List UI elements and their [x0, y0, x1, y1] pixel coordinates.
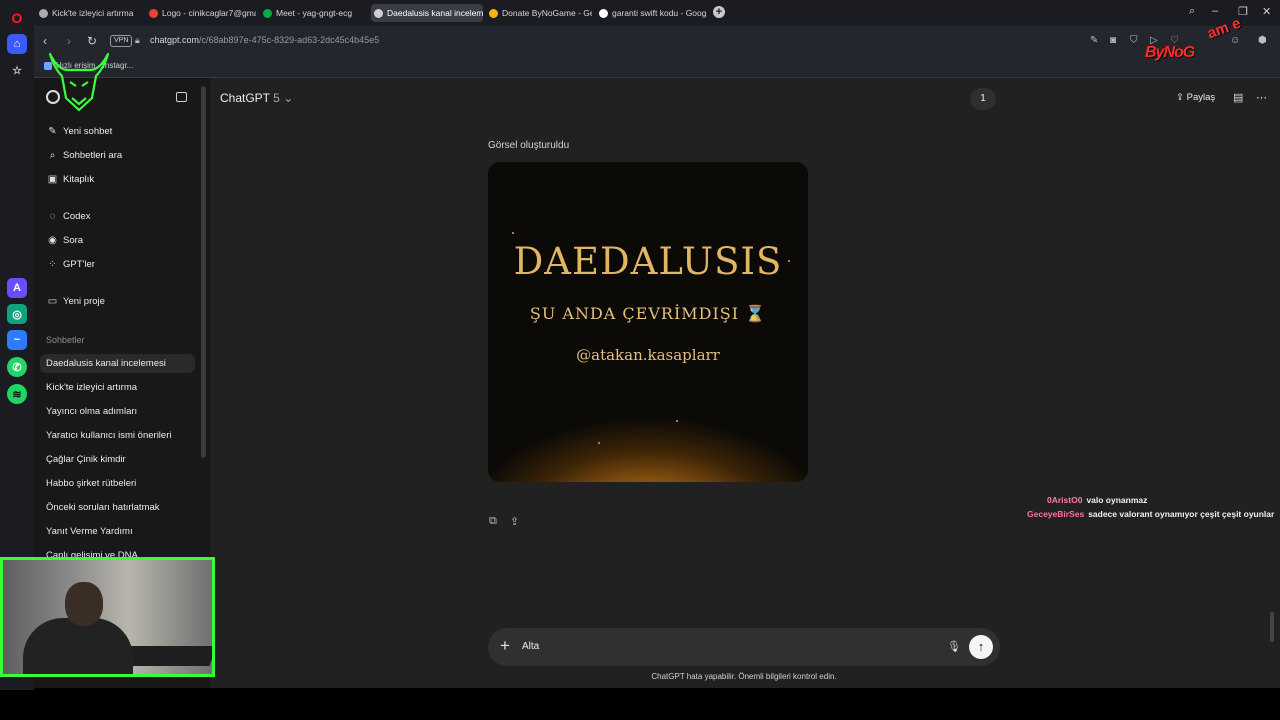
chatgpt-favicon-icon: [374, 8, 383, 18]
image-subtitle: ŞU ANDA ÇEVRİMDIŞI ⌛: [529, 304, 767, 323]
send-button[interactable]: ↑: [969, 635, 993, 659]
messenger-icon[interactable]: ~: [7, 330, 27, 350]
image-handle: @atakan.kasaplarr: [576, 346, 720, 364]
composer-input[interactable]: Alta: [522, 641, 539, 652]
tab-kick[interactable]: Kick'te izleyici artırma: [36, 4, 140, 22]
chat-main: ChatGPT 5 ⌄ 1 ⇪ Paylaş ▤ ⋯ Görsel oluştu…: [210, 78, 1280, 688]
tab-meet[interactable]: Meet - yag-gngt-ecg: [260, 4, 368, 22]
share-icon: ⇪: [1176, 92, 1184, 103]
model-selector[interactable]: ChatGPT 5 ⌄: [220, 91, 293, 105]
chat-item[interactable]: Çağlar Çinik kimdir: [46, 454, 126, 465]
meet-icon: [263, 8, 272, 18]
chevron-down-icon: ⌄: [283, 91, 294, 105]
chat-item-active[interactable]: Daedalusis kanal incelemesi: [40, 354, 195, 373]
sidebar-toggle-icon[interactable]: [176, 92, 187, 102]
image-caption: Görsel oluşturuldu: [488, 140, 570, 151]
codex-icon: ◌: [49, 211, 56, 222]
sidebar-item-new-project[interactable]: ▭ Yeni proje: [46, 296, 105, 307]
star-icon[interactable]: ☆: [7, 60, 27, 80]
spark-decoration: [512, 232, 514, 234]
tab-bar: Kick'te izleyici artırma Logo - cinikcag…: [34, 0, 1280, 26]
tab-google[interactable]: garanti swift kodu - Goog: [596, 4, 706, 22]
whatsapp-icon[interactable]: ✆: [7, 357, 27, 377]
tab-favicon-icon: [39, 8, 48, 18]
home-icon[interactable]: ⌂: [7, 34, 27, 54]
counter-badge[interactable]: 1: [970, 88, 996, 110]
chats-section-title: Sohbetler: [46, 335, 85, 345]
gmail-icon: [149, 8, 158, 18]
image-title: DAEDALUSIS: [513, 240, 783, 283]
sidebar-item-library[interactable]: ▣ Kitaplık: [46, 174, 94, 185]
library-icon: ▣: [47, 174, 58, 185]
edit-page-icon[interactable]: ✎: [1090, 35, 1098, 46]
stream-chat-message: 0AristO0 valo oynanmaz: [1047, 495, 1148, 505]
tab-bynogame[interactable]: Donate ByNoGame - Gele: [486, 4, 592, 22]
sora-icon: ◉: [48, 235, 57, 246]
message-composer[interactable]: + Alta 🎙︎ ↑: [488, 628, 1000, 666]
generated-image[interactable]: DAEDALUSIS ŞU ANDA ÇEVRİMDIŞI ⌛ @atakan.…: [488, 162, 808, 482]
sidebar-item-new-chat[interactable]: ✎ Yeni sohbet: [46, 126, 112, 137]
chatgpt-app-icon[interactable]: ◎: [7, 304, 27, 324]
bynogame-favicon-icon: [489, 8, 498, 18]
close-icon[interactable]: ✕: [1262, 5, 1271, 18]
search-icon[interactable]: ⌕: [1189, 5, 1195, 18]
hourglass-icon: ⌛: [745, 304, 767, 323]
chat-item[interactable]: Yaratıcı kullanıcı ismi önerileri: [46, 430, 171, 441]
stream-chat-message: GeceyeBirSes sadece valorant oynamıyor çe…: [1027, 509, 1275, 519]
sidebar-item-codex[interactable]: ◌ Codex: [46, 211, 91, 222]
sidebar-scrollbar[interactable]: [201, 86, 206, 458]
extensions-icon[interactable]: ⬢: [1258, 35, 1267, 46]
bookmarks-bar: Hızlı erişim - Instagr...: [34, 56, 1280, 78]
chat-item[interactable]: Habbo şirket rütbeleri: [46, 478, 136, 489]
camera-icon[interactable]: ◙: [1110, 35, 1116, 46]
bynogame-logo: ByNoG am e: [1145, 14, 1244, 61]
new-tab-button[interactable]: +: [713, 6, 725, 18]
more-options-icon[interactable]: ⋯: [1256, 91, 1267, 104]
url-field[interactable]: chatgpt.com/c/68ab897e-475c-8329-ad63-2d…: [150, 35, 379, 45]
chat-item[interactable]: Yayıncı olma adımları: [46, 406, 137, 417]
sidebar-item-gpts[interactable]: ⁘ GPT'ler: [46, 259, 95, 270]
microphone-icon[interactable]: 🎙︎: [947, 640, 961, 653]
webcam-person-body: [23, 618, 133, 674]
share-button[interactable]: ⇪ Paylaş: [1176, 92, 1215, 103]
restore-icon[interactable]: ❐: [1238, 5, 1248, 18]
grid-icon: ⁘: [48, 259, 57, 270]
chat-item[interactable]: Yanıt Verme Yardımı: [46, 526, 133, 537]
notes-icon[interactable]: ▤: [1233, 91, 1243, 104]
webcam-overlay: [0, 557, 215, 677]
sidebar-item-sora[interactable]: ◉ Sora: [46, 235, 83, 246]
screen: O ⌂ ☆ A ◎ ~ ✆ ≋ Kick'te izleyici artırma…: [0, 0, 1280, 720]
spark-decoration: [676, 420, 678, 422]
search-icon: ⌕: [49, 150, 56, 161]
bull-logo-icon: [48, 52, 110, 112]
spotify-icon[interactable]: ≋: [7, 384, 27, 404]
webcam-person-head: [65, 582, 103, 626]
spark-decoration: [598, 442, 600, 444]
aria-icon[interactable]: A: [7, 278, 27, 298]
share-image-icon[interactable]: ⇪: [510, 515, 519, 528]
folder-icon: ▭: [47, 296, 58, 307]
tab-chatgpt-active[interactable]: Daedalusis kanal inceleme: [371, 4, 483, 22]
copy-icon[interactable]: ⧉: [489, 515, 497, 528]
opera-logo-icon[interactable]: O: [7, 8, 27, 28]
disclaimer-text: ChatGPT hata yapabilir. Önemli bilgileri…: [651, 672, 837, 681]
plus-icon[interactable]: +: [500, 636, 510, 656]
chat-item[interactable]: Kick'te izleyici artırma: [46, 382, 137, 393]
chat-item[interactable]: Önceki soruları hatırlatmak: [46, 502, 160, 513]
spark-decoration: [788, 260, 790, 262]
google-favicon-icon: [599, 8, 608, 18]
address-bar: ‹ › ↻ VPN 🔒︎ chatgpt.com/c/68ab897e-475c…: [34, 26, 1280, 56]
edit-icon: ✎: [48, 126, 57, 137]
lock-icon[interactable]: 🔒︎: [135, 35, 140, 46]
tab-gmail[interactable]: Logo - cinikcaglar7@gma: [146, 4, 256, 22]
main-scrollbar[interactable]: [1270, 612, 1274, 642]
sidebar-item-search[interactable]: ⌕ Sohbetleri ara: [46, 150, 122, 161]
minimize-icon[interactable]: –: [1212, 5, 1218, 17]
